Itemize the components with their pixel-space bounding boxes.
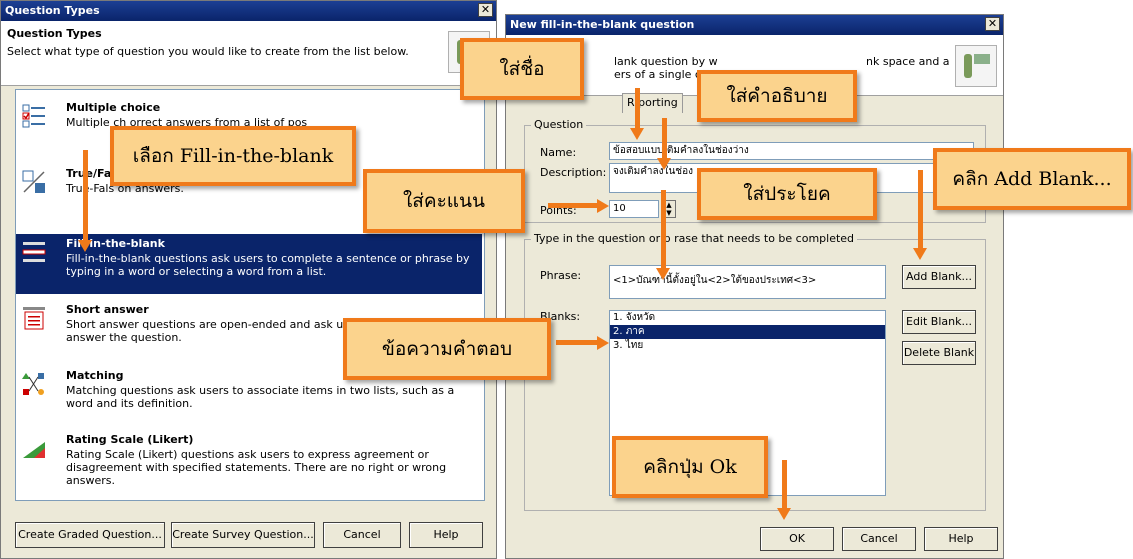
arrow-ok-head bbox=[777, 508, 791, 520]
arrow-answer-head bbox=[597, 336, 609, 350]
arrow-name-head bbox=[630, 128, 644, 140]
group-label: Type in the question or p rase that need… bbox=[531, 232, 858, 245]
tab-reporting[interactable]: R porting bbox=[622, 93, 683, 113]
item-title: Short answer bbox=[66, 303, 149, 316]
callout-answer: ข้อความคำตอบ bbox=[343, 318, 551, 380]
window-title: Question Types bbox=[1, 1, 496, 21]
cancel-button[interactable]: Cancel bbox=[323, 522, 401, 548]
arrow-description-shaft bbox=[662, 118, 667, 158]
arrow-ok-shaft bbox=[782, 460, 787, 510]
arrow-points-shaft bbox=[548, 203, 598, 208]
item-desc: Matching questions ask users to associat… bbox=[66, 384, 455, 410]
true-false-icon bbox=[22, 170, 45, 193]
callout-sentence: ใส่ประโยค bbox=[697, 168, 877, 220]
callout-add-blank: คลิก Add Blank... bbox=[933, 148, 1131, 210]
arrow-sentence-head bbox=[656, 268, 670, 280]
rating-scale-icon bbox=[23, 442, 45, 458]
item-title: Rating Scale (Likert) bbox=[66, 433, 194, 446]
item-desc: Fill-in-the-blank questions ask users to… bbox=[66, 252, 470, 278]
item-title: True/Fal bbox=[66, 167, 116, 180]
dialog-header: Question Types Select what type of quest… bbox=[1, 21, 496, 86]
callout-description: ใส่คำอธิบาย bbox=[697, 70, 857, 122]
item-desc: Rating Scale (Likert) questions ask user… bbox=[66, 448, 447, 487]
description-label: Description: bbox=[540, 166, 607, 179]
header-subtitle: Select what type of question you would l… bbox=[7, 45, 409, 58]
help-button[interactable]: Help bbox=[409, 522, 483, 548]
phrase-label: Phrase: bbox=[540, 269, 582, 282]
phrase-field[interactable]: <1>บัณฑานี้ตั้งอยู่ใน<2>ใต้ของประเทศ<3> bbox=[609, 265, 886, 299]
arrow-choose-head bbox=[78, 240, 92, 252]
ok-button[interactable]: OK bbox=[760, 527, 834, 551]
arrow-sentence-shaft bbox=[661, 190, 666, 270]
arrow-add-blank-shaft bbox=[918, 170, 923, 248]
arrow-add-blank-head bbox=[913, 248, 927, 260]
edit-blank-button[interactable]: Edit Blank... bbox=[902, 310, 976, 334]
callout-points: ใส่คะแนน bbox=[363, 169, 525, 233]
short-answer-icon bbox=[23, 307, 45, 330]
list-item[interactable]: 2. ภาค bbox=[610, 325, 885, 339]
arrow-choose-shaft bbox=[83, 150, 88, 240]
multiple-choice-icon bbox=[22, 104, 45, 128]
window-title: New fill-in-the-blank question bbox=[506, 15, 1003, 35]
header-title: Question Types bbox=[7, 27, 102, 40]
create-survey-question-button[interactable]: Create Survey Question... bbox=[171, 522, 315, 548]
create-graded-question-button[interactable]: Create Graded Question... bbox=[15, 522, 165, 548]
help-button[interactable]: Help bbox=[924, 527, 998, 551]
group-label: Question bbox=[531, 118, 587, 131]
item-title: Matching bbox=[66, 369, 124, 382]
matching-icon bbox=[22, 373, 44, 395]
points-field[interactable]: 10 bbox=[609, 200, 659, 218]
list-item-rating-scale[interactable]: Rating Scale (Likert) Rating Scale (Like… bbox=[16, 430, 482, 488]
item-title: Multiple choice bbox=[66, 101, 161, 114]
callout-ok: คลิกปุ่ม Ok bbox=[612, 436, 768, 498]
callout-name: ใส่ชื่อ bbox=[460, 38, 584, 100]
delete-blank-button[interactable]: Delete Blank bbox=[902, 341, 976, 365]
arrow-answer-shaft bbox=[556, 340, 598, 345]
presenter-icon bbox=[955, 45, 997, 87]
callout-choose: เลือก Fill-in-the-blank bbox=[110, 126, 356, 186]
arrow-name-shaft bbox=[635, 88, 640, 128]
add-blank-button[interactable]: Add Blank... bbox=[902, 265, 976, 289]
list-item[interactable]: 1. จังหวัด bbox=[610, 311, 885, 325]
arrow-points-head bbox=[597, 199, 609, 213]
header-text: nk space and a bbox=[866, 55, 950, 68]
close-icon[interactable]: ✕ bbox=[985, 17, 1000, 31]
close-icon[interactable]: ✕ bbox=[478, 3, 493, 17]
arrow-description-head bbox=[657, 158, 671, 170]
question-types-window: Question Types ✕ Question Types Select w… bbox=[0, 0, 497, 559]
header-text: lank question by w bbox=[614, 55, 718, 68]
list-item[interactable]: 3. ไทย bbox=[610, 339, 885, 353]
cancel-button[interactable]: Cancel bbox=[842, 527, 916, 551]
fill-in-blank-icon bbox=[22, 242, 46, 262]
name-label: Name: bbox=[540, 146, 577, 159]
